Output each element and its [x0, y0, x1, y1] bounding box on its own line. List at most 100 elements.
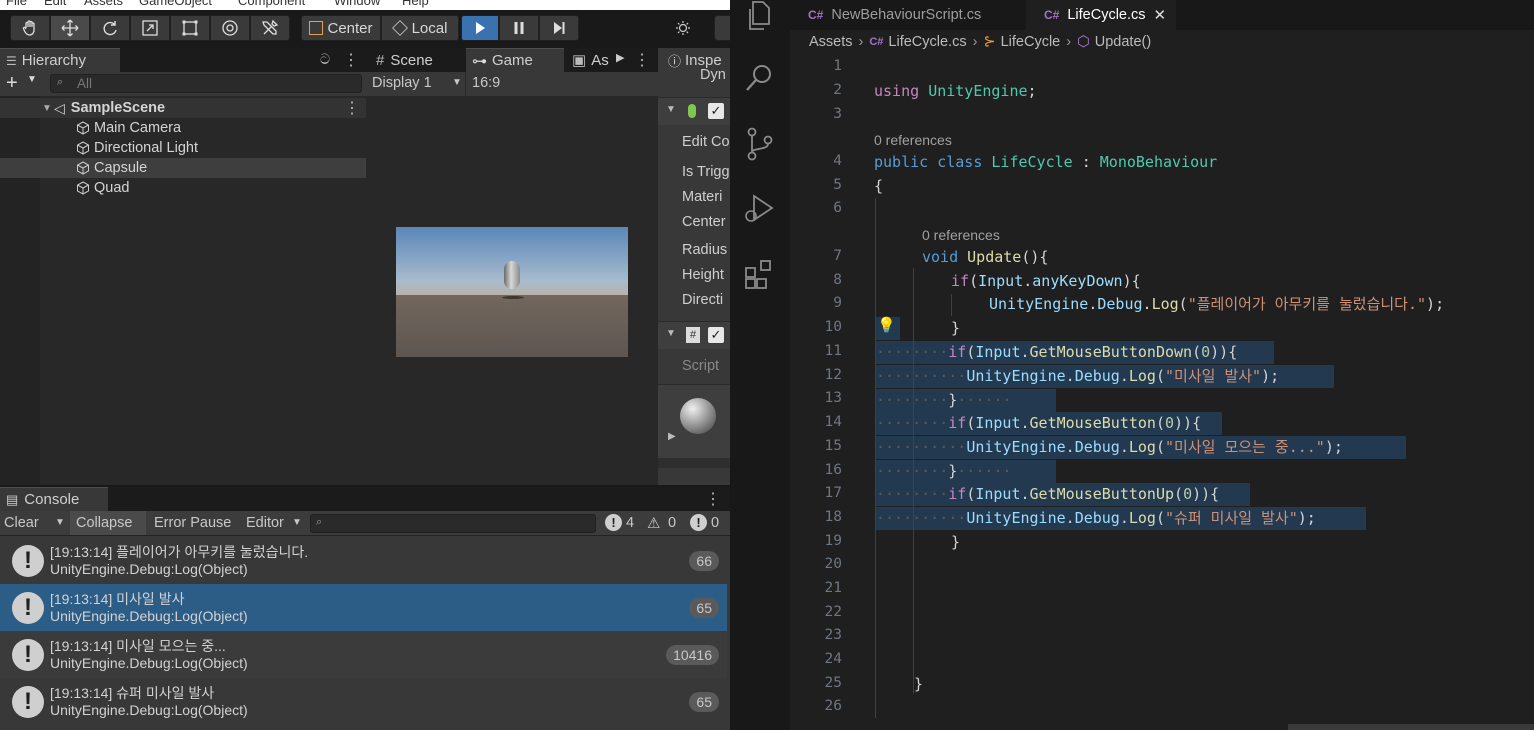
menu-file[interactable]: File: [6, 0, 27, 8]
run-debug-icon[interactable]: [742, 190, 778, 226]
bag-icon: ▣: [572, 52, 587, 69]
hand-tool-button[interactable]: [10, 15, 50, 41]
scene-menu-icon[interactable]: ⋮: [344, 98, 360, 118]
radius-label: Radius: [682, 242, 728, 258]
panel-menu-icon[interactable]: ⋮: [343, 50, 359, 70]
menu-window[interactable]: Window: [334, 0, 380, 8]
hierarchy-item-directional-light[interactable]: Directional Light: [0, 138, 366, 158]
lightbulb-icon[interactable]: 💡: [877, 316, 896, 334]
pivot-local-button[interactable]: Local: [381, 15, 459, 41]
inspector-tab-label: Inspe: [685, 51, 722, 69]
sun-toggle[interactable]: [664, 15, 702, 41]
line-number: 12: [824, 367, 842, 383]
csharp-icon: C#: [808, 8, 824, 22]
search-icon[interactable]: [742, 60, 778, 96]
scene-row[interactable]: ▼ ◁ SampleScene ⋮: [0, 98, 366, 118]
aspect-dropdown[interactable]: 16:9: [466, 72, 658, 96]
component-enabled-checkbox[interactable]: ✓: [708, 103, 724, 119]
code-editor[interactable]: 1 2 3 4 5 6 7 8 9 10 11 12 13 14 15 16 1…: [790, 54, 1534, 730]
add-dropdown-icon[interactable]: ▼: [27, 74, 37, 85]
add-object-button[interactable]: +: [6, 72, 18, 94]
menu-assets[interactable]: Assets: [84, 0, 123, 8]
pivot-center-button[interactable]: Center: [301, 15, 381, 41]
move-tool-button[interactable]: [50, 15, 90, 41]
move-icon: [61, 19, 79, 37]
info-count: 4: [626, 515, 635, 531]
breadcrumb-method[interactable]: Update(): [1095, 34, 1151, 50]
hierarchy-item-quad[interactable]: Quad: [0, 178, 366, 198]
source-control-icon[interactable]: [742, 126, 778, 162]
tab-label: NewBehaviourScript.cs: [831, 7, 982, 23]
error-pause-toggle[interactable]: Error Pause: [154, 515, 231, 531]
transform-tool-button[interactable]: [210, 15, 250, 41]
console-message: [19:13:14] 미사일 발사: [50, 591, 185, 607]
custom-tool-button[interactable]: [250, 15, 290, 41]
codelens-references[interactable]: 0 references: [874, 132, 952, 148]
play-button[interactable]: [461, 15, 499, 41]
game-menu-icon[interactable]: ⋮: [634, 50, 650, 70]
code-line-17: ········if(Input.GetMouseButtonUp(0)){: [876, 485, 1220, 503]
lock-icon[interactable]: ට: [320, 51, 330, 68]
breadcrumb-class[interactable]: LifeCycle: [1001, 34, 1061, 50]
error-icon[interactable]: !: [690, 514, 707, 531]
hierarchy-item-capsule[interactable]: Capsule: [0, 158, 366, 178]
unity-editor: File Edit Assets GameObject Component Wi…: [0, 0, 730, 730]
scale-tool-button[interactable]: [130, 15, 170, 41]
csharp-icon: C#: [869, 36, 884, 48]
info-icon[interactable]: !: [605, 514, 622, 531]
tab-hierarchy[interactable]: ☰ Hierarchy: [0, 48, 120, 72]
horizontal-scrollbar[interactable]: [1288, 724, 1534, 730]
editor-dropdown[interactable]: Editor: [246, 515, 284, 531]
script-component-header[interactable]: ▼ # ✓: [658, 321, 730, 349]
tab-scroll-right-icon[interactable]: ▶: [616, 51, 624, 64]
line-number: 26: [824, 698, 842, 714]
close-icon[interactable]: ✕: [1154, 6, 1167, 24]
hierarchy-search-input[interactable]: ⌕ All: [50, 74, 362, 93]
script-enabled-checkbox[interactable]: ✓: [708, 327, 724, 343]
console-search-input[interactable]: ⌕: [310, 514, 596, 533]
code-line-4: public class LifeCycle : MonoBehaviour: [874, 153, 1218, 171]
capsule-collider-header[interactable]: ▼ ✓: [658, 97, 730, 125]
code-line-19: }: [951, 533, 961, 551]
extensions-icon[interactable]: [742, 256, 778, 292]
material-preview[interactable]: ▶: [658, 384, 730, 458]
console-entry[interactable]: ! [19:13:14] 슈퍼 미사일 발사 UnityEngine.Debug…: [0, 678, 727, 725]
menu-gameobject[interactable]: GameObject: [139, 0, 212, 8]
menu-help[interactable]: Help: [402, 0, 429, 8]
collapse-toggle[interactable]: Collapse: [70, 511, 146, 535]
tab-scene[interactable]: # Scene: [370, 48, 464, 72]
line-number: 20: [824, 556, 842, 572]
console-entry-selected[interactable]: ! [19:13:14] 미사일 발사 UnityEngine.Debug:Lo…: [0, 584, 727, 631]
menu-component[interactable]: Component: [238, 0, 305, 8]
tab-game[interactable]: ⊶ Game: [466, 48, 564, 72]
menu-edit[interactable]: Edit: [44, 0, 66, 8]
tab-console[interactable]: ▤ Console: [0, 487, 108, 511]
explorer-icon[interactable]: [742, 0, 778, 36]
tab-newbehaviourscript[interactable]: C# NewBehaviourScript.cs: [790, 0, 1026, 30]
tab-lifecycle[interactable]: C# LifeCycle.cs ✕: [1026, 0, 1176, 30]
codelens-references[interactable]: 0 references: [922, 227, 1000, 243]
code-line-13: ········}······: [876, 391, 1012, 409]
console-entry[interactable]: ! [19:13:14] 미사일 모으는 중... UnityEngine.De…: [0, 631, 727, 678]
scale-icon: [142, 20, 158, 36]
console-stack: UnityEngine.Debug:Log(Object): [50, 702, 248, 718]
rotate-tool-button[interactable]: [90, 15, 130, 41]
edit-collider-label[interactable]: Edit Co: [682, 134, 730, 150]
rect-tool-button[interactable]: [170, 15, 210, 41]
activity-bar: [730, 0, 790, 730]
display-dropdown[interactable]: Display 1 ▼: [366, 72, 466, 96]
breadcrumb-file[interactable]: LifeCycle.cs: [888, 34, 966, 50]
pause-button[interactable]: [499, 15, 539, 41]
game-render-view[interactable]: [396, 227, 628, 357]
step-button[interactable]: [539, 15, 579, 41]
capsule-shadow: [502, 296, 524, 299]
console-entry[interactable]: ! [19:13:14] 플레이어가 아무키를 눌렀습니다. UnityEngi…: [0, 537, 727, 584]
breadcrumb-assets[interactable]: Assets: [809, 34, 853, 50]
console-menu-icon[interactable]: ⋮: [705, 489, 721, 509]
clear-button[interactable]: Clear: [4, 515, 39, 531]
warning-icon[interactable]: ⚠: [647, 514, 660, 532]
hierarchy-item-main-camera[interactable]: Main Camera: [0, 118, 366, 138]
clear-dropdown-icon[interactable]: ▼: [55, 517, 65, 528]
rotate-icon: [103, 21, 117, 36]
account-button[interactable]: [714, 15, 730, 41]
